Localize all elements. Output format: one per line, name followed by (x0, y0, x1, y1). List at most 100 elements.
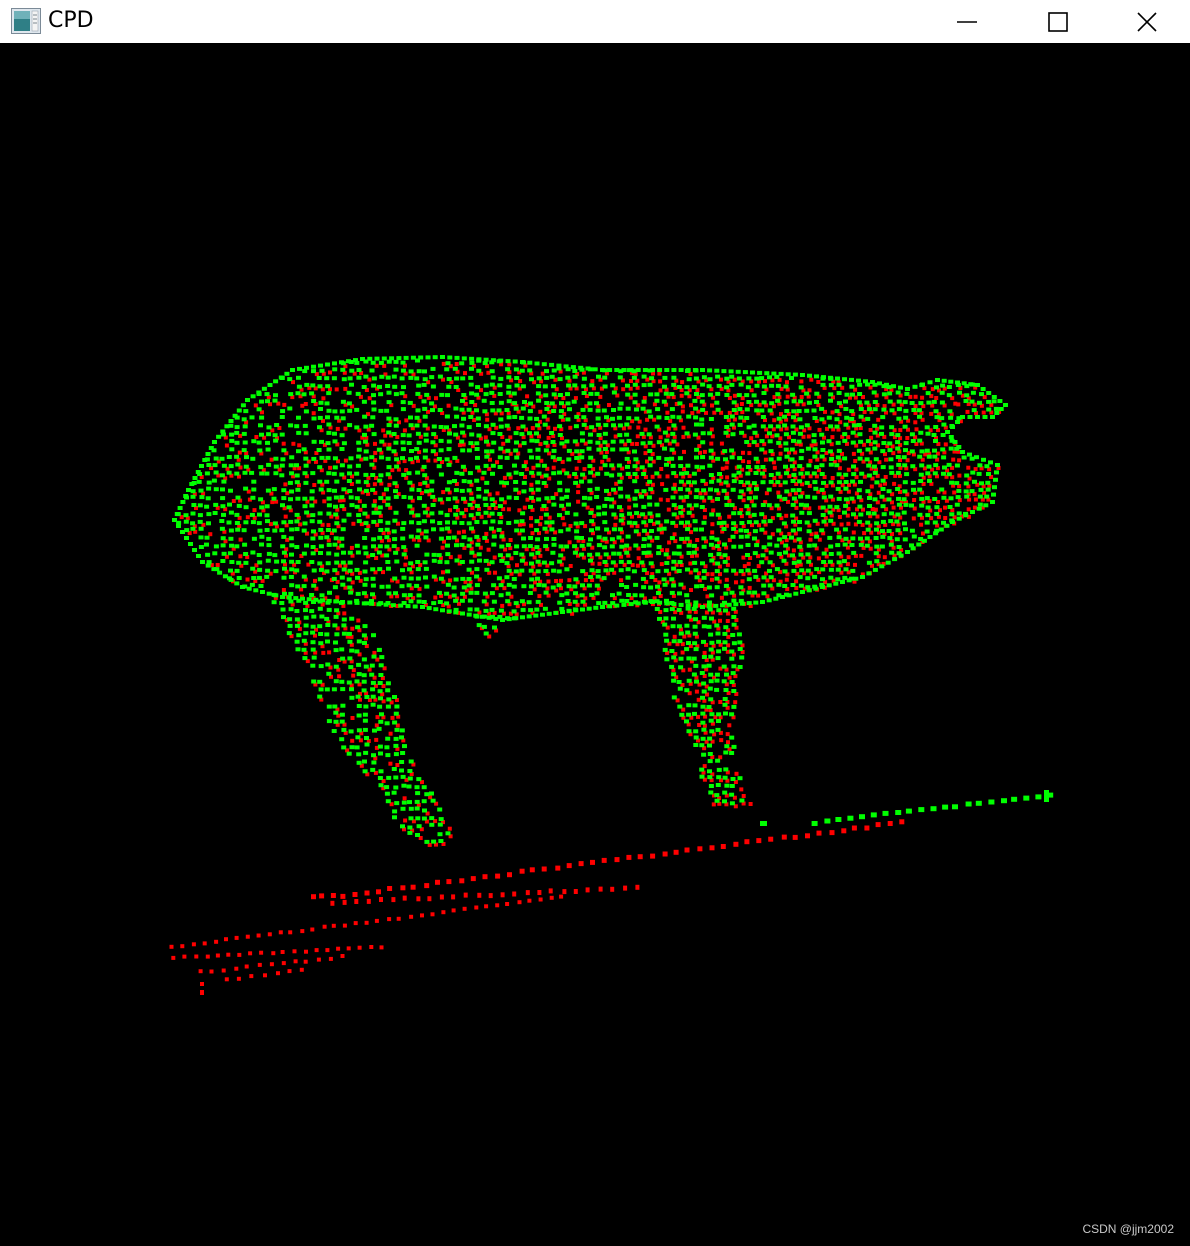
point (447, 826, 452, 831)
point (603, 568, 609, 573)
point (414, 415, 420, 420)
point (423, 535, 429, 540)
point (234, 440, 240, 445)
point (469, 496, 475, 501)
point (468, 375, 474, 380)
point (647, 479, 653, 484)
point-cloud-scene[interactable] (0, 43, 1190, 1246)
point (350, 738, 355, 743)
point (625, 392, 631, 397)
point (699, 495, 705, 500)
point (264, 513, 270, 518)
point (595, 569, 601, 574)
point (691, 672, 697, 677)
point (729, 590, 735, 595)
close-button[interactable] (1104, 0, 1190, 43)
point (715, 727, 721, 732)
point (998, 407, 1004, 411)
point (985, 487, 991, 492)
point (452, 366, 458, 371)
point (598, 466, 603, 471)
point (701, 664, 707, 669)
point (448, 508, 452, 513)
point (452, 520, 458, 525)
point (371, 633, 376, 638)
point (490, 519, 496, 524)
point (746, 590, 752, 595)
point (306, 597, 312, 602)
point (378, 473, 384, 478)
point (259, 432, 264, 437)
point (234, 471, 240, 476)
point (819, 463, 825, 468)
point (790, 424, 796, 429)
point (297, 443, 302, 448)
point (436, 590, 442, 595)
point (661, 577, 667, 582)
point (701, 488, 707, 493)
point (294, 617, 300, 622)
point (415, 408, 421, 413)
point (767, 375, 772, 380)
point (812, 518, 818, 523)
point (857, 456, 863, 461)
point (849, 543, 855, 547)
minimize-button[interactable] (921, 0, 1013, 43)
point (361, 503, 367, 508)
point (446, 462, 452, 467)
point (909, 449, 915, 454)
point (325, 662, 331, 667)
point (408, 599, 414, 604)
point (614, 603, 620, 608)
point (828, 383, 834, 388)
point (895, 390, 901, 395)
point (354, 471, 360, 476)
point (741, 555, 746, 560)
point (438, 472, 444, 477)
point (281, 441, 286, 446)
point (197, 513, 203, 518)
point (875, 822, 881, 828)
point (430, 494, 436, 499)
point (418, 355, 424, 360)
point (760, 480, 766, 485)
point (727, 410, 732, 415)
point (363, 750, 369, 755)
point (525, 890, 530, 896)
point (438, 438, 444, 443)
point (296, 375, 301, 380)
render-viewport[interactable]: CSDN @jjm2002 (0, 43, 1190, 1246)
point (200, 560, 205, 564)
point (901, 497, 907, 502)
point (805, 568, 811, 573)
point (493, 570, 497, 575)
point (309, 593, 315, 597)
point (672, 634, 677, 639)
title-bar[interactable]: CPD (0, 0, 1190, 44)
point (468, 382, 474, 387)
point (761, 545, 767, 550)
point (731, 615, 737, 619)
point (737, 647, 743, 651)
point (377, 567, 383, 572)
point (745, 465, 751, 469)
point (370, 576, 376, 581)
point (324, 535, 330, 540)
maximize-button[interactable] (1012, 0, 1104, 43)
point (628, 368, 634, 372)
point (384, 791, 390, 796)
point (684, 536, 690, 541)
point (652, 402, 657, 407)
point (834, 409, 840, 414)
point (340, 600, 345, 604)
point (496, 527, 502, 532)
point (252, 508, 257, 513)
point (604, 497, 610, 501)
point (835, 440, 841, 445)
point (556, 583, 562, 588)
point (877, 381, 882, 386)
point (693, 600, 699, 605)
point (326, 598, 332, 603)
point (722, 790, 728, 795)
point (295, 391, 301, 396)
